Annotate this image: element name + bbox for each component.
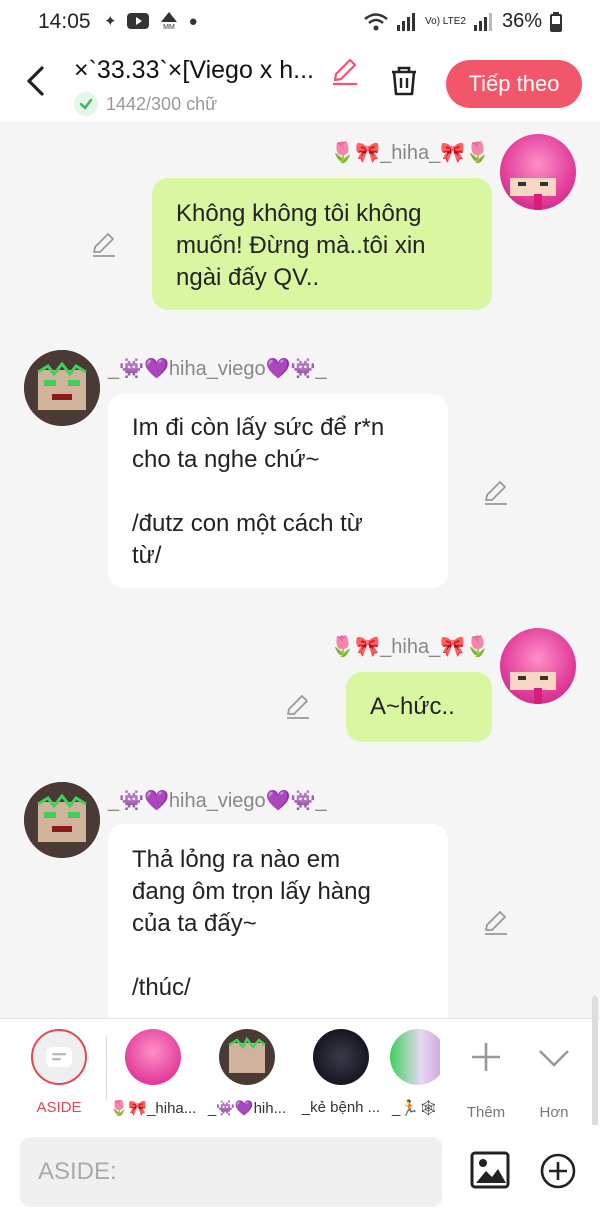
message-icon: [46, 1047, 72, 1067]
character-chip[interactable]: _kẻ bệnh ...: [296, 1029, 386, 1121]
edit-pencil-icon[interactable]: [284, 692, 312, 720]
divider: [106, 1036, 107, 1100]
more-button[interactable]: Hơn: [516, 1029, 592, 1121]
image-icon[interactable]: [470, 1151, 510, 1189]
battery-icon: [550, 11, 562, 32]
avatar: [390, 1029, 440, 1085]
add-label: Thêm: [466, 1104, 506, 1121]
word-count: 1442/300 chữ: [74, 92, 217, 116]
back-arrow-icon[interactable]: [22, 64, 52, 98]
chat-area[interactable]: 🌷🎀_hiha_🎀🌷 Không không tôi không muốn! Đ…: [0, 122, 600, 1018]
edit-pencil-icon[interactable]: [482, 908, 510, 936]
trash-icon[interactable]: [386, 62, 422, 98]
chevron-down-icon: [539, 1050, 569, 1067]
status-right: Vo) LTE2 36%: [363, 10, 562, 33]
character-name: 🌷🎀_hiha...: [109, 1100, 197, 1117]
edit-pencil-icon[interactable]: [482, 478, 510, 506]
svg-text:MM: MM: [163, 24, 175, 30]
message-bubble[interactable]: Thả lỏng ra nào em đang ôm trọn lấy hàng…: [108, 824, 448, 1018]
sender-name: _👾💜hiha_viego💜👾_: [108, 790, 327, 812]
add-character-button[interactable]: Thêm: [448, 1029, 524, 1121]
network-type: Vo) LTE2: [425, 15, 466, 27]
status-bar: 14:05 ✦ MM ● Vo) LTE2 36%: [0, 0, 600, 44]
next-button[interactable]: Tiếp theo: [446, 60, 582, 108]
more-label: Hơn: [539, 1104, 569, 1121]
plus-icon: [472, 1043, 500, 1071]
character-chip[interactable]: _🏃🕸: [390, 1029, 440, 1121]
message-input[interactable]: ASIDE:: [20, 1137, 442, 1207]
character-name: _kẻ bệnh ...: [301, 1099, 381, 1116]
sender-name: 🌷🎀_hiha_🎀🌷: [330, 142, 490, 164]
sparkle-icon: ✦: [104, 13, 117, 30]
notification-icons: ✦ MM ●: [104, 12, 198, 30]
character-selector: ASIDE 🌷🎀_hiha... _👾💜hih... _kẻ bệnh ... …: [0, 1018, 600, 1126]
signal-icon: [397, 12, 416, 31]
dot-icon: ●: [188, 12, 198, 30]
edit-title-pencil-icon[interactable]: [330, 56, 360, 86]
aside-circle: [31, 1029, 87, 1085]
aside-label: ASIDE: [36, 1099, 82, 1116]
avatar[interactable]: [500, 134, 576, 210]
avatar[interactable]: [500, 628, 576, 704]
character-chip[interactable]: 🌷🎀_hiha...: [108, 1029, 198, 1121]
avatar: [219, 1029, 275, 1085]
youtube-icon: [126, 13, 149, 29]
aside-button[interactable]: ASIDE: [14, 1029, 104, 1121]
input-bar: ASIDE:: [0, 1125, 600, 1212]
sender-name: 🌷🎀_hiha_🎀🌷: [330, 636, 490, 658]
sender-name: _👾💜hiha_viego💜👾_: [108, 358, 327, 380]
character-name: _👾💜hih...: [207, 1100, 287, 1117]
message-bubble[interactable]: A~hức..: [346, 672, 492, 742]
check-icon: [74, 92, 98, 116]
wifi-icon: [364, 12, 388, 30]
edit-pencil-icon[interactable]: [90, 230, 118, 258]
add-circle-icon[interactable]: [540, 1153, 576, 1189]
mm-icon: MM: [160, 12, 177, 30]
avatar[interactable]: [24, 782, 100, 858]
signal-icon-2: [473, 12, 492, 31]
story-title: ×`33.33`×[Viego x h...: [74, 56, 314, 84]
message-bubble[interactable]: Không không tôi không muốn! Đừng mà..tôi…: [152, 178, 492, 310]
avatar: [313, 1029, 369, 1085]
word-count-text: 1442/300 chữ: [106, 93, 218, 114]
character-chip[interactable]: _👾💜hih...: [202, 1029, 292, 1121]
avatar[interactable]: [24, 350, 100, 426]
app-header: ×`33.33`×[Viego x h... 1442/300 chữ Tiếp…: [0, 44, 600, 122]
message-bubble[interactable]: Im đi còn lấy sức để r*n cho ta nghe chứ…: [108, 394, 448, 588]
avatar: [125, 1029, 181, 1085]
battery-percent: 36%: [501, 10, 542, 32]
character-name: _🏃🕸: [391, 1100, 439, 1117]
status-time: 14:05: [38, 10, 91, 33]
